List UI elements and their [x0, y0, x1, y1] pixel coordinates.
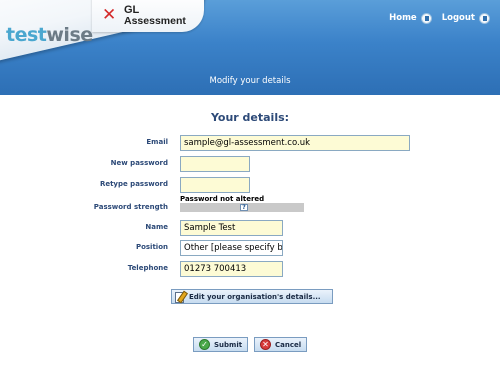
retype-password-field[interactable] [180, 177, 250, 193]
name-row: Name Sample Test [0, 220, 500, 236]
app-header: ✕ GL Assessment testwise Home Logout Mod… [0, 0, 500, 95]
checkmark-icon: ✓ [199, 339, 210, 350]
help-icon[interactable]: ? [240, 204, 248, 211]
email-field[interactable]: sample@gl-assessment.co.uk [180, 135, 410, 151]
page-title: Modify your details [209, 75, 291, 86]
retype-password-row: Retype password [0, 177, 500, 193]
home-icon [420, 12, 432, 24]
telephone-field[interactable]: 01273 700413 [180, 261, 283, 277]
name-label: Name [145, 223, 168, 231]
submit-button[interactable]: ✓ Submit [193, 337, 249, 352]
form-title: Your details: [210, 111, 290, 124]
telephone-row: Telephone 01273 700413 [0, 261, 500, 277]
home-link[interactable]: Home [389, 12, 432, 24]
logout-icon [479, 12, 490, 24]
testwise-logo: testwise [6, 24, 93, 52]
position-row: Position Other [please specify b [0, 240, 500, 256]
new-password-field[interactable] [180, 156, 250, 172]
home-link-label: Home [389, 13, 417, 23]
gl-assessment-logo: ✕ GL Assessment [102, 5, 192, 29]
testwise-logo-part2: wise [46, 24, 93, 46]
password-strength-status: Password not altered [180, 195, 265, 203]
page-title-band: Modify your details [0, 68, 500, 93]
edit-organisation-button[interactable]: Edit your organisation's details... [171, 289, 333, 304]
cancel-icon: ✕ [260, 339, 271, 350]
password-strength-label: Password strength [93, 203, 168, 211]
cancel-button[interactable]: ✕ Cancel [254, 337, 308, 352]
new-password-label: New password [110, 159, 168, 167]
email-label: Email [146, 138, 168, 146]
new-password-row: New password [0, 156, 500, 172]
submit-button-label: Submit [214, 340, 243, 349]
name-field[interactable]: Sample Test [180, 220, 283, 236]
logout-link[interactable]: Logout [441, 12, 490, 24]
position-select[interactable]: Other [please specify b [180, 240, 283, 256]
gl-mark-icon: ✕ [102, 5, 117, 25]
gl-logo-line2: Assessment [124, 15, 186, 27]
retype-password-label: Retype password [99, 180, 168, 188]
telephone-label: Telephone [127, 264, 168, 272]
top-nav: Home Logout [389, 10, 490, 26]
edit-icon [175, 291, 186, 303]
email-row: Email sample@gl-assessment.co.uk [0, 135, 500, 151]
cancel-button-label: Cancel [275, 340, 302, 349]
logout-link-label: Logout [441, 13, 475, 23]
edit-organisation-button-label: Edit your organisation's details... [189, 292, 321, 301]
position-label: Position [135, 243, 168, 251]
testwise-logo-part1: test [6, 24, 47, 46]
